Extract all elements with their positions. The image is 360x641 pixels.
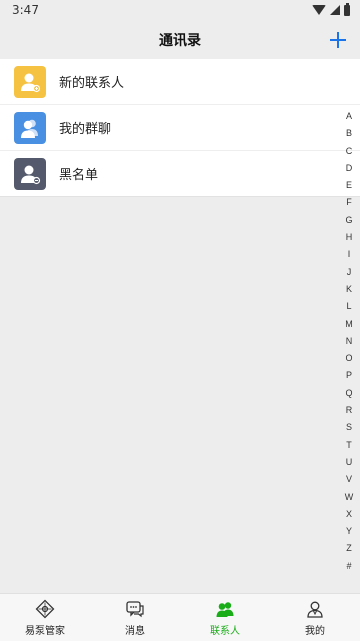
- index-letter[interactable]: D: [346, 160, 353, 177]
- nav-label-profile: 我的: [305, 625, 325, 637]
- nav-label-home: 易泵管家: [25, 625, 65, 637]
- home-diamond-icon: [35, 599, 55, 618]
- plus-icon: [330, 32, 346, 48]
- index-letter[interactable]: M: [345, 316, 353, 333]
- index-letter[interactable]: O: [345, 350, 352, 367]
- index-letter[interactable]: T: [346, 437, 352, 454]
- nav-label-messages: 消息: [125, 625, 145, 637]
- header: 通讯录: [0, 20, 360, 60]
- index-letter[interactable]: K: [346, 281, 352, 298]
- index-letter[interactable]: V: [346, 471, 352, 488]
- index-letter[interactable]: Q: [345, 385, 352, 402]
- index-letter[interactable]: B: [346, 125, 352, 142]
- index-letter[interactable]: Z: [346, 540, 352, 557]
- bottom-nav: 易泵管家 消息 联系人 我的: [0, 593, 360, 641]
- group-chat-icon: [14, 111, 46, 144]
- index-letter[interactable]: P: [346, 367, 352, 384]
- index-letter[interactable]: N: [346, 333, 353, 350]
- index-letter[interactable]: I: [348, 246, 351, 263]
- new-contacts-label: 新的联系人: [59, 76, 125, 91]
- index-letter[interactable]: H: [346, 229, 353, 246]
- index-letter[interactable]: Y: [346, 523, 352, 540]
- battery-icon: [344, 2, 350, 16]
- index-letter[interactable]: A: [346, 108, 352, 125]
- index-letter[interactable]: S: [346, 419, 352, 436]
- index-letter[interactable]: R: [346, 402, 353, 419]
- index-letter[interactable]: W: [345, 489, 354, 506]
- index-letter[interactable]: F: [346, 194, 352, 211]
- contact-entry-list: 新的联系人 我的群聊 黑名单: [0, 59, 360, 197]
- group-chats-item[interactable]: 我的群聊: [0, 105, 360, 151]
- nav-tab-contacts[interactable]: 联系人: [180, 594, 270, 641]
- nav-tab-messages[interactable]: 消息: [90, 594, 180, 641]
- status-icons: [312, 2, 350, 16]
- blacklist-label: 黑名单: [59, 168, 99, 183]
- wifi-icon: [312, 5, 326, 15]
- contacts-icon: [216, 601, 234, 617]
- status-bar: 3:47: [0, 0, 360, 20]
- index-letter[interactable]: J: [347, 264, 352, 281]
- alphabet-index[interactable]: A B C D E F G H I J K L M N O P Q R S T U V W X Y Z #: [343, 108, 355, 575]
- index-letter[interactable]: E: [346, 177, 352, 194]
- status-time: 3:47: [12, 3, 39, 17]
- add-button[interactable]: [328, 28, 348, 52]
- page-title: 通讯录: [159, 33, 201, 49]
- index-letter[interactable]: L: [346, 298, 351, 315]
- new-contact-icon: [14, 65, 46, 98]
- nav-tab-profile[interactable]: 我的: [270, 594, 360, 641]
- new-contacts-item[interactable]: 新的联系人: [0, 59, 360, 105]
- index-letter[interactable]: X: [346, 506, 352, 523]
- signal-icon: [330, 5, 340, 15]
- index-letter[interactable]: #: [346, 558, 351, 575]
- group-chats-label: 我的群聊: [59, 122, 112, 137]
- index-letter[interactable]: G: [345, 212, 352, 229]
- blacklist-item[interactable]: 黑名单: [0, 151, 360, 197]
- nav-tab-home[interactable]: 易泵管家: [0, 594, 90, 641]
- index-letter[interactable]: C: [346, 143, 353, 160]
- index-letter[interactable]: U: [346, 454, 353, 471]
- nav-label-contacts: 联系人: [210, 625, 240, 637]
- blacklist-icon: [14, 157, 46, 190]
- profile-icon: [307, 601, 323, 618]
- message-icon: [126, 600, 144, 617]
